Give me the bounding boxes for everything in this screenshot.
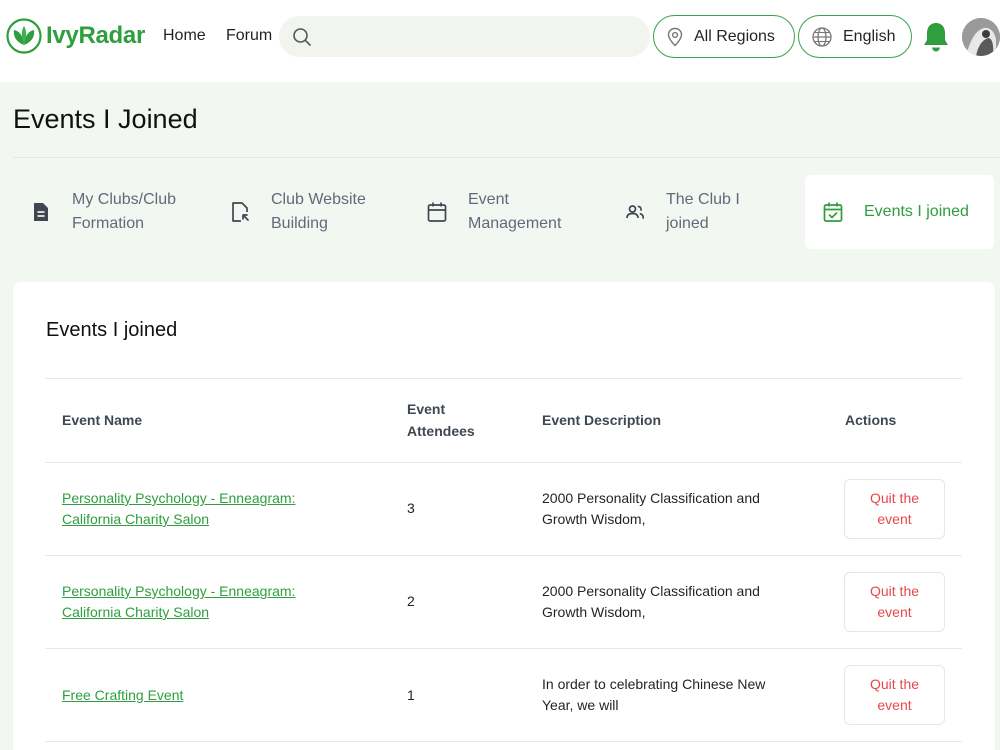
tab-label: My Clubs/Club Formation xyxy=(72,191,177,232)
region-selector[interactable]: All Regions xyxy=(653,15,795,58)
language-selector[interactable]: English xyxy=(798,15,912,58)
column-header-attendees: Event Attendees xyxy=(407,401,475,439)
nav-home-link[interactable]: Home xyxy=(163,27,206,45)
quit-event-button[interactable]: Quit the event xyxy=(844,479,945,539)
event-name-link[interactable]: Free Crafting Event xyxy=(62,685,183,706)
notification-bell-icon[interactable] xyxy=(921,20,951,54)
column-header-actions: Actions xyxy=(845,412,897,428)
calendar-icon xyxy=(427,202,447,222)
event-name-link[interactable]: Personality Psychology - Enneagram: Cali… xyxy=(62,581,295,623)
title-divider xyxy=(13,157,1000,158)
tab-my-clubs[interactable]: My Clubs/Club Formation xyxy=(30,175,220,249)
table-divider xyxy=(45,648,962,649)
table-divider xyxy=(45,741,962,742)
event-name-link[interactable]: Personality Psychology - Enneagram: Cali… xyxy=(62,488,295,530)
avatar-image xyxy=(962,18,1000,56)
globe-icon xyxy=(812,26,832,47)
brand-name: IvyRadar xyxy=(46,22,145,49)
tab-club-website[interactable]: Club Website Building xyxy=(229,175,409,249)
tab-label: Event Management xyxy=(468,191,562,232)
table-divider xyxy=(45,378,962,379)
attendee-count: 3 xyxy=(407,500,415,516)
table-divider xyxy=(45,462,962,463)
document-icon xyxy=(34,203,48,221)
table-divider xyxy=(45,555,962,556)
card-title: Events I joined xyxy=(46,319,178,341)
quit-event-button[interactable]: Quit the event xyxy=(844,665,945,725)
region-label: All Regions xyxy=(694,27,775,45)
nav-forum-link[interactable]: Forum xyxy=(226,27,272,45)
search-bar[interactable] xyxy=(279,16,650,57)
brand-logo[interactable]: IvyRadar xyxy=(6,18,145,54)
users-icon xyxy=(626,205,645,219)
tab-event-management[interactable]: Event Management xyxy=(426,175,606,249)
calendar-check-icon xyxy=(823,202,843,222)
file-edit-icon xyxy=(232,202,249,222)
language-label: English xyxy=(843,27,896,45)
event-description: 2000 Personality Classification and Growt… xyxy=(542,583,760,620)
search-input[interactable] xyxy=(320,28,640,45)
column-header-event-name: Event Name xyxy=(62,412,143,428)
tab-club-joined[interactable]: The Club Ijoined xyxy=(624,175,784,249)
tab-label: The Club Ijoined xyxy=(666,191,740,232)
column-header-description: Event Description xyxy=(542,412,662,428)
tab-label: Events I joined xyxy=(864,203,969,220)
top-navbar: IvyRadar Home Forum All Regions English xyxy=(0,0,1000,82)
leaf-logo-icon xyxy=(6,18,42,54)
attendee-count: 1 xyxy=(407,687,415,703)
event-description: In order to celebrating Chinese New Year,… xyxy=(542,676,766,713)
user-avatar[interactable] xyxy=(962,18,1000,56)
attendee-count: 2 xyxy=(407,593,415,609)
page-title: Events I Joined xyxy=(13,104,198,134)
tab-label: Club Website Building xyxy=(271,191,366,232)
search-icon xyxy=(293,27,311,46)
event-description: 2000 Personality Classification and Growt… xyxy=(542,490,760,527)
events-card: Events I joined Event Name Event Attendee… xyxy=(13,282,995,750)
quit-event-button[interactable]: Quit the event xyxy=(844,572,945,632)
location-pin-icon xyxy=(667,27,683,46)
tab-events-joined[interactable]: Events I joined xyxy=(805,175,994,249)
